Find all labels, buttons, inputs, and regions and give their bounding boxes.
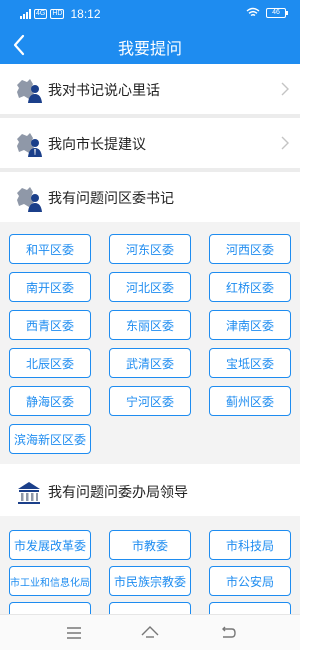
district-tag[interactable]: 滨海新区区委 — [9, 424, 91, 454]
back-icon[interactable] — [218, 623, 238, 643]
wifi-icon — [246, 7, 260, 17]
bureau-tag[interactable]: 市教委 — [109, 530, 191, 560]
home-icon[interactable] — [140, 623, 160, 643]
menu-item-mayor[interactable]: 我向市长提建议 — [0, 118, 300, 168]
district-tag[interactable]: 北辰区委 — [9, 348, 91, 378]
district-tag[interactable]: 红桥区委 — [209, 272, 291, 302]
district-tag[interactable]: 东丽区委 — [109, 310, 191, 340]
district-tag[interactable]: 静海区委 — [9, 386, 91, 416]
chevron-right-icon — [281, 82, 289, 96]
bureau-grid: 市发展改革委 市教委 市科技局 市工业和信息化局 市民族宗教委 市公安局 — [0, 516, 300, 632]
page-title: 我要提问 — [117, 41, 182, 58]
signal-icon — [20, 9, 31, 19]
status-bar: 4G HD 18:12 46 — [0, 0, 300, 26]
bureau-tag[interactable]: 市公安局 — [209, 566, 291, 596]
district-tag[interactable]: 西青区委 — [9, 310, 91, 340]
district-tag[interactable]: 和平区委 — [9, 234, 91, 264]
district-secretary-icon — [17, 187, 42, 212]
system-nav-bar — [0, 614, 300, 650]
hd-badge: HD — [50, 9, 65, 19]
bureau-tag[interactable]: 市科技局 — [209, 530, 291, 560]
menu-icon[interactable] — [64, 623, 84, 643]
section-header-bureau: 我有问题问委办局领导 — [0, 466, 300, 516]
district-tag[interactable]: 津南区委 — [209, 310, 291, 340]
nav-bar: 我要提问 — [0, 26, 300, 64]
district-tag[interactable]: 南开区委 — [9, 272, 91, 302]
district-tag[interactable]: 宁河区委 — [109, 386, 191, 416]
bureau-tag[interactable]: 市民族宗教委 — [109, 566, 191, 596]
district-tag[interactable]: 宝坻区委 — [209, 348, 291, 378]
bureau-tag[interactable]: 市工业和信息化局 — [9, 566, 91, 596]
party-secretary-icon — [17, 79, 42, 103]
status-left: 4G HD 18:12 — [20, 7, 101, 21]
district-tag[interactable]: 武清区委 — [109, 348, 191, 378]
bureau-tag[interactable]: 市发展改革委 — [9, 530, 91, 560]
network-badge: 4G — [34, 9, 48, 19]
status-time: 18:12 — [70, 7, 101, 21]
chevron-right-icon — [281, 136, 289, 150]
menu-item-label: 我对书记说心里话 — [48, 82, 160, 98]
menu-item-label: 我向市长提建议 — [48, 136, 146, 152]
section-title: 我有问题问区委书记 — [48, 190, 174, 206]
menu-item-secretary[interactable]: 我对书记说心里话 — [0, 64, 300, 114]
section-header-district: 我有问题问区委书记 — [0, 172, 300, 222]
top-bar: 4G HD 18:12 46 我要提问 — [0, 0, 300, 64]
battery-icon: 46 — [266, 7, 288, 18]
district-tag[interactable]: 河北区委 — [109, 272, 191, 302]
district-tag[interactable]: 蓟州区委 — [209, 386, 291, 416]
district-grid: 和平区委 河东区委 河西区委 南开区委 河北区委 红桥区委 西青区委 东丽区委 … — [0, 222, 300, 464]
status-right: 46 — [246, 7, 288, 18]
section-title: 我有问题问委办局领导 — [48, 484, 188, 500]
district-tag[interactable]: 河东区委 — [109, 234, 191, 264]
district-tag[interactable]: 河西区委 — [209, 234, 291, 264]
bureau-building-icon — [18, 482, 40, 504]
mayor-icon — [17, 133, 42, 157]
